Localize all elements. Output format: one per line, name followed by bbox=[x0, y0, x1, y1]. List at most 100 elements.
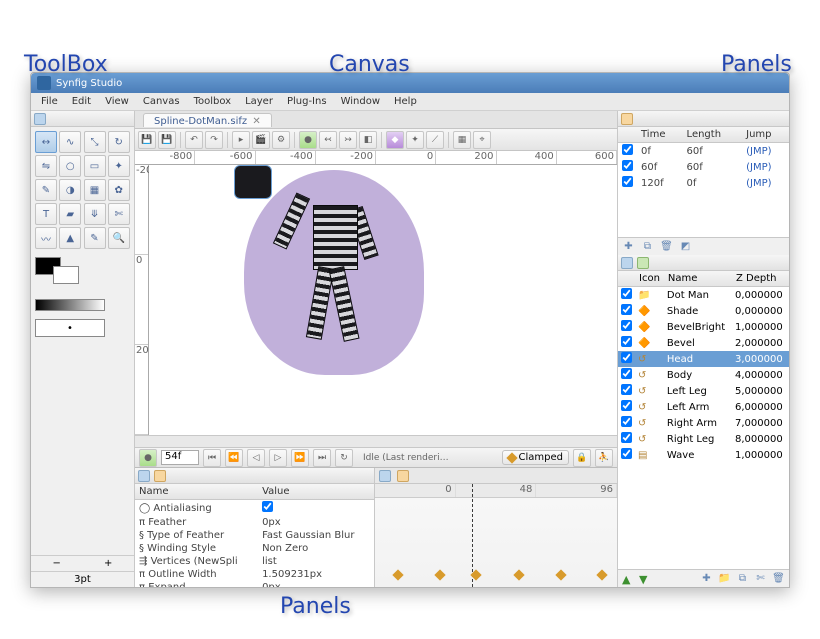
layer-name[interactable]: Head bbox=[664, 351, 732, 367]
layer-cut-button[interactable]: ✄ bbox=[754, 572, 767, 585]
layer-zdepth[interactable]: 1,000000 bbox=[732, 447, 789, 463]
onion-toggle[interactable]: ◧ bbox=[359, 131, 377, 149]
kf-time[interactable]: 60f bbox=[637, 159, 683, 175]
preview-toggle[interactable]: ● bbox=[299, 131, 317, 149]
seek-start-button[interactable]: ⏮ bbox=[203, 449, 221, 467]
kf-jump[interactable]: (JMP) bbox=[742, 175, 789, 191]
interpolation-selector[interactable]: Clamped bbox=[502, 450, 569, 465]
kf-del-button[interactable]: 🗑 bbox=[660, 240, 673, 253]
param-value[interactable] bbox=[258, 500, 374, 517]
params-tab2-icon[interactable] bbox=[154, 470, 166, 482]
menu-layer[interactable]: Layer bbox=[239, 94, 279, 109]
menu-window[interactable]: Window bbox=[335, 94, 386, 109]
menu-edit[interactable]: Edit bbox=[66, 94, 97, 109]
save-button[interactable]: 💾 bbox=[138, 131, 156, 149]
layer-row[interactable]: 🔶BevelBright1,000000 bbox=[618, 319, 789, 335]
layer-visible-toggle[interactable] bbox=[621, 352, 632, 363]
tool-zoom[interactable]: 🔍 bbox=[108, 227, 130, 249]
layer-visible-toggle[interactable] bbox=[621, 432, 632, 443]
onion-next-button[interactable]: ↣ bbox=[339, 131, 357, 149]
tool-plant[interactable]: ✿ bbox=[108, 179, 130, 201]
layer-del-button[interactable]: 🗑 bbox=[772, 572, 785, 585]
layer-name[interactable]: Left Leg bbox=[664, 383, 732, 399]
canvas-browser-tab-icon[interactable] bbox=[637, 257, 649, 269]
kf-time[interactable]: 0f bbox=[637, 143, 683, 160]
kf-jump[interactable]: (JMP) bbox=[742, 159, 789, 175]
tool-sketch[interactable]: ✎ bbox=[84, 227, 106, 249]
bones-toggle[interactable]: ⛹ bbox=[595, 449, 613, 467]
kf-prop-button[interactable]: ◩ bbox=[679, 240, 692, 253]
curves-tab-icon[interactable] bbox=[379, 470, 391, 482]
kf-len[interactable]: 0f bbox=[683, 175, 743, 191]
layer-zdepth[interactable]: 0,000000 bbox=[732, 287, 789, 304]
layer-visible-toggle[interactable] bbox=[621, 368, 632, 379]
kf-jump[interactable]: (JMP) bbox=[742, 143, 789, 160]
menu-help[interactable]: Help bbox=[388, 94, 423, 109]
layer-row[interactable]: ↺Body4,000000 bbox=[618, 367, 789, 383]
redo-button[interactable]: ↷ bbox=[205, 131, 223, 149]
param-row[interactable]: § Winding StyleNon Zero bbox=[135, 542, 374, 555]
keyframes-tab-icon[interactable] bbox=[621, 113, 633, 125]
layer-name[interactable]: BevelBright bbox=[664, 319, 732, 335]
menu-plugins[interactable]: Plug-Ins bbox=[281, 94, 333, 109]
color-swatch[interactable] bbox=[35, 257, 85, 291]
layer-visible-toggle[interactable] bbox=[621, 416, 632, 427]
layer-down-button[interactable]: ▼ bbox=[639, 573, 651, 585]
layer-visible-toggle[interactable] bbox=[621, 336, 632, 347]
layer-dup-button[interactable]: ⧉ bbox=[736, 572, 749, 585]
stroke-width[interactable]: 3pt bbox=[74, 574, 91, 585]
layer-zdepth[interactable]: 2,000000 bbox=[732, 335, 789, 351]
tool-eyedrop[interactable]: ⤋ bbox=[84, 203, 106, 225]
layer-name[interactable]: Dot Man bbox=[664, 287, 732, 304]
layer-name[interactable]: Body bbox=[664, 367, 732, 383]
layer-zdepth[interactable]: 0,000000 bbox=[732, 303, 789, 319]
render-settings-button[interactable]: ⚙ bbox=[272, 131, 290, 149]
loop-button[interactable]: ↻ bbox=[335, 449, 353, 467]
save-all-button[interactable]: 💾 bbox=[158, 131, 176, 149]
tool-text[interactable]: T bbox=[35, 203, 57, 225]
param-row[interactable]: ◯ Antialiasing bbox=[135, 500, 374, 517]
layer-name[interactable]: Right Leg bbox=[664, 431, 732, 447]
kf-len[interactable]: 60f bbox=[683, 159, 743, 175]
param-value[interactable]: 0px bbox=[258, 581, 374, 587]
grid-toggle[interactable]: ▦ bbox=[453, 131, 471, 149]
layer-visible-toggle[interactable] bbox=[621, 400, 632, 411]
layer-new-button[interactable]: ✚ bbox=[700, 572, 713, 585]
param-row[interactable]: π Expand0px bbox=[135, 581, 374, 587]
params-tab-icon[interactable] bbox=[138, 470, 150, 482]
play-back-button[interactable]: ◁ bbox=[247, 449, 265, 467]
onion-prev-button[interactable]: ↢ bbox=[319, 131, 337, 149]
layer-row[interactable]: ↺Head3,000000 bbox=[618, 351, 789, 367]
param-row[interactable]: ⇶ Vertices (NewSplilist bbox=[135, 555, 374, 568]
lock-keyframes-button[interactable]: 🔒 bbox=[573, 449, 591, 467]
panel-tab-icon[interactable] bbox=[34, 113, 46, 125]
layer-visible-toggle[interactable] bbox=[621, 384, 632, 395]
layer-row[interactable]: ↺Left Leg5,000000 bbox=[618, 383, 789, 399]
animate-toggle[interactable]: ● bbox=[139, 449, 157, 467]
layer-visible-toggle[interactable] bbox=[621, 288, 632, 299]
layer-row[interactable]: ↺Left Arm6,000000 bbox=[618, 399, 789, 415]
layer-visible-toggle[interactable] bbox=[621, 448, 632, 459]
menu-view[interactable]: View bbox=[99, 94, 135, 109]
tool-smooth-move[interactable]: ∿ bbox=[59, 131, 81, 153]
layer-name[interactable]: Bevel bbox=[664, 335, 732, 351]
seek-prev-kf-button[interactable]: ⏪ bbox=[225, 449, 243, 467]
menu-canvas[interactable]: Canvas bbox=[137, 94, 186, 109]
current-frame-input[interactable]: 54f bbox=[161, 450, 199, 465]
param-row[interactable]: π Feather0px bbox=[135, 516, 374, 529]
param-row[interactable]: § Type of FeatherFast Gaussian Blur bbox=[135, 529, 374, 542]
layers-tab-icon[interactable] bbox=[621, 257, 633, 269]
menu-toolbox[interactable]: Toolbox bbox=[188, 94, 238, 109]
layer-row[interactable]: 🔶Bevel2,000000 bbox=[618, 335, 789, 351]
layer-zdepth[interactable]: 4,000000 bbox=[732, 367, 789, 383]
layer-row[interactable]: ▤Wave1,000000 bbox=[618, 447, 789, 463]
snap-toggle[interactable]: ⌖ bbox=[473, 131, 491, 149]
tool-scale[interactable]: ⤡ bbox=[84, 131, 106, 153]
kf-dup-button[interactable]: ⧉ bbox=[641, 240, 654, 253]
layer-zdepth[interactable]: 7,000000 bbox=[732, 415, 789, 431]
canvas-view[interactable] bbox=[149, 165, 617, 435]
tool-star[interactable]: ✦ bbox=[108, 155, 130, 177]
tool-fill[interactable]: ▰ bbox=[59, 203, 81, 225]
canvas-scroll-h[interactable] bbox=[135, 435, 617, 447]
tool-transform[interactable]: ↔ bbox=[35, 131, 57, 153]
